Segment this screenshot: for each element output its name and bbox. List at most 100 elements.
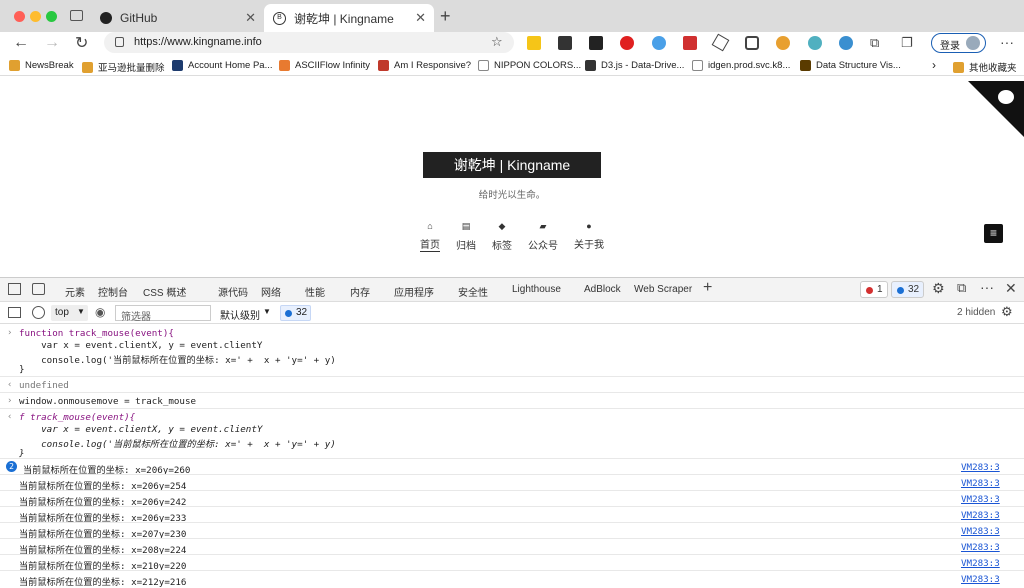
tab-adblock[interactable]: AdBlock: [584, 284, 621, 295]
back-button[interactable]: ←: [13, 34, 29, 52]
tab-application[interactable]: 应用程序: [394, 284, 434, 299]
nav-tags[interactable]: ◆ 标签: [482, 221, 522, 252]
clear-console-icon[interactable]: [32, 306, 45, 319]
extension-icon[interactable]: [711, 33, 730, 52]
issues-count-badge[interactable]: 32: [280, 305, 311, 321]
nav-about[interactable]: ● 关于我: [569, 221, 609, 251]
close-window-button[interactable]: [14, 11, 25, 22]
console-result-row: ‹ f track_mouse(event){ var x = event.cl…: [0, 408, 1024, 460]
error-count-badge[interactable]: 1: [860, 281, 888, 298]
context-select[interactable]: top ▼: [51, 305, 88, 321]
tab-kingname[interactable]: B 谢乾坤 | Kingname ✕: [264, 4, 434, 32]
console-input-line: var x = event.clientX, y = event.clientY: [19, 340, 263, 351]
console-settings-gear-icon[interactable]: ⚙: [1001, 304, 1013, 320]
menu-toggle-button[interactable]: ≡: [984, 224, 1003, 243]
nav-home[interactable]: ⌂ 首页: [410, 221, 450, 252]
result-text: undefined: [19, 380, 69, 391]
close-devtools-icon[interactable]: ✕: [1005, 280, 1017, 297]
settings-gear-icon[interactable]: ⚙: [932, 280, 945, 297]
log-row: 当前鼠标所在位置的坐标: x=206y=254 VM283:3: [0, 474, 1024, 492]
source-link[interactable]: VM283:3: [961, 558, 1000, 569]
console-filter-input[interactable]: 筛选器: [115, 305, 211, 323]
tab-css-overview[interactable]: CSS 概述: [143, 284, 186, 299]
source-link[interactable]: VM283:3: [961, 574, 1000, 585]
site-title[interactable]: 谢乾坤 | Kingname: [423, 152, 601, 178]
source-link[interactable]: VM283:3: [961, 542, 1000, 553]
log-levels-select[interactable]: 默认级别 ▼: [218, 305, 274, 322]
remote-devices-icon[interactable]: ⧉: [957, 280, 966, 296]
nav-label: 公众号: [528, 241, 558, 252]
nav-wechat[interactable]: ▰ 公众号: [523, 221, 563, 252]
address-bar[interactable]: https://www.kingname.info ☆: [104, 32, 514, 53]
extension-icon[interactable]: [527, 36, 541, 50]
extension-icon[interactable]: [683, 36, 697, 50]
tab-performance[interactable]: 性能: [305, 284, 325, 299]
extension-icon[interactable]: [839, 36, 853, 50]
other-favorites-folder[interactable]: 其他收藏夹: [953, 60, 1017, 74]
extension-icon[interactable]: [776, 36, 790, 50]
forward-button[interactable]: →: [44, 34, 60, 52]
tab-sources[interactable]: 源代码: [218, 284, 248, 299]
tab-bar: GitHub ✕ B 谢乾坤 | Kingname ✕ +: [0, 0, 1024, 32]
extension-icon[interactable]: [620, 36, 634, 50]
profile-button[interactable]: 登录: [931, 33, 986, 53]
source-link[interactable]: VM283:3: [961, 478, 1000, 489]
extension-icon[interactable]: [745, 36, 759, 50]
sidebar-toggle-icon[interactable]: [8, 307, 21, 318]
tab-network[interactable]: 网络: [261, 284, 281, 299]
input-text: window.onmousemove = track_mouse: [19, 396, 197, 407]
bookmark-newsbreak[interactable]: NewsBreak: [9, 60, 74, 71]
refresh-button[interactable]: ↻: [75, 33, 88, 53]
nav-label: 首页: [420, 240, 440, 252]
source-link[interactable]: VM283:3: [961, 526, 1000, 537]
tab-memory[interactable]: 内存: [350, 284, 370, 299]
maximize-window-button[interactable]: [46, 11, 57, 22]
add-tab-icon[interactable]: +: [703, 279, 712, 297]
message-count-badge[interactable]: 32: [891, 281, 924, 298]
source-link[interactable]: VM283:3: [961, 494, 1000, 505]
close-tab-icon[interactable]: ✕: [245, 10, 256, 26]
bookmark-asciiflow[interactable]: ASCIIFlow Infinity: [279, 60, 370, 71]
nav-archives[interactable]: ▤ 归档: [446, 221, 486, 252]
tab-security[interactable]: 安全性: [458, 284, 488, 299]
bookmark-nippon-colors[interactable]: NIPPON COLORS...: [478, 60, 581, 71]
source-link[interactable]: VM283:3: [961, 510, 1000, 521]
bookmark-account-home[interactable]: Account Home Pa...: [172, 60, 272, 71]
message-count: 32: [908, 284, 920, 295]
github-corner-link[interactable]: [968, 81, 1024, 137]
extension-icon[interactable]: [589, 36, 603, 50]
bookmark-d3[interactable]: D3.js - Data-Drive...: [585, 60, 684, 71]
extension-icon[interactable]: [652, 36, 666, 50]
tab-actions-icon[interactable]: [70, 10, 83, 21]
result-arrow-icon: ‹: [7, 412, 13, 422]
tab-lighthouse[interactable]: Lighthouse: [512, 284, 561, 295]
chevron-right-icon[interactable]: ›: [932, 58, 936, 72]
user-icon: ●: [586, 221, 592, 231]
extension-icon[interactable]: [808, 36, 822, 50]
bookmark-am-i-responsive[interactable]: Am I Responsive?: [378, 60, 471, 71]
bookmark-data-structure[interactable]: Data Structure Vis...: [800, 60, 901, 71]
extensions-puzzle-icon[interactable]: ⧉: [870, 35, 879, 51]
tab-elements[interactable]: 元素: [65, 284, 85, 299]
device-emulation-icon[interactable]: [32, 283, 45, 295]
inspect-element-icon[interactable]: [8, 283, 21, 295]
collections-icon[interactable]: ❐: [901, 35, 913, 51]
bookmark-amazon[interactable]: 亚马逊批量删除: [82, 60, 165, 74]
message-icon: [897, 287, 904, 294]
extension-icon[interactable]: [558, 36, 572, 50]
live-expression-eye-icon[interactable]: ◉: [95, 305, 105, 319]
source-link[interactable]: VM283:3: [961, 462, 1000, 473]
more-menu-icon[interactable]: ···: [1000, 34, 1014, 50]
new-tab-button[interactable]: +: [440, 6, 451, 27]
tab-github[interactable]: GitHub ✕: [94, 4, 264, 32]
hidden-count: 2 hidden: [957, 307, 996, 318]
more-options-icon[interactable]: ···: [980, 279, 994, 295]
close-tab-icon[interactable]: ✕: [415, 10, 426, 26]
browser-window: GitHub ✕ B 谢乾坤 | Kingname ✕ + ← → ↻ http…: [0, 0, 1024, 588]
favorite-star-icon[interactable]: ☆: [491, 34, 503, 50]
console-output[interactable]: › function track_mouse(event){ var x = e…: [0, 324, 1024, 588]
bookmark-idgen[interactable]: idgen.prod.svc.k8...: [692, 60, 790, 71]
lock-icon[interactable]: [115, 37, 124, 47]
minimize-window-button[interactable]: [30, 11, 41, 22]
tab-web-scraper[interactable]: Web Scraper: [634, 284, 692, 295]
